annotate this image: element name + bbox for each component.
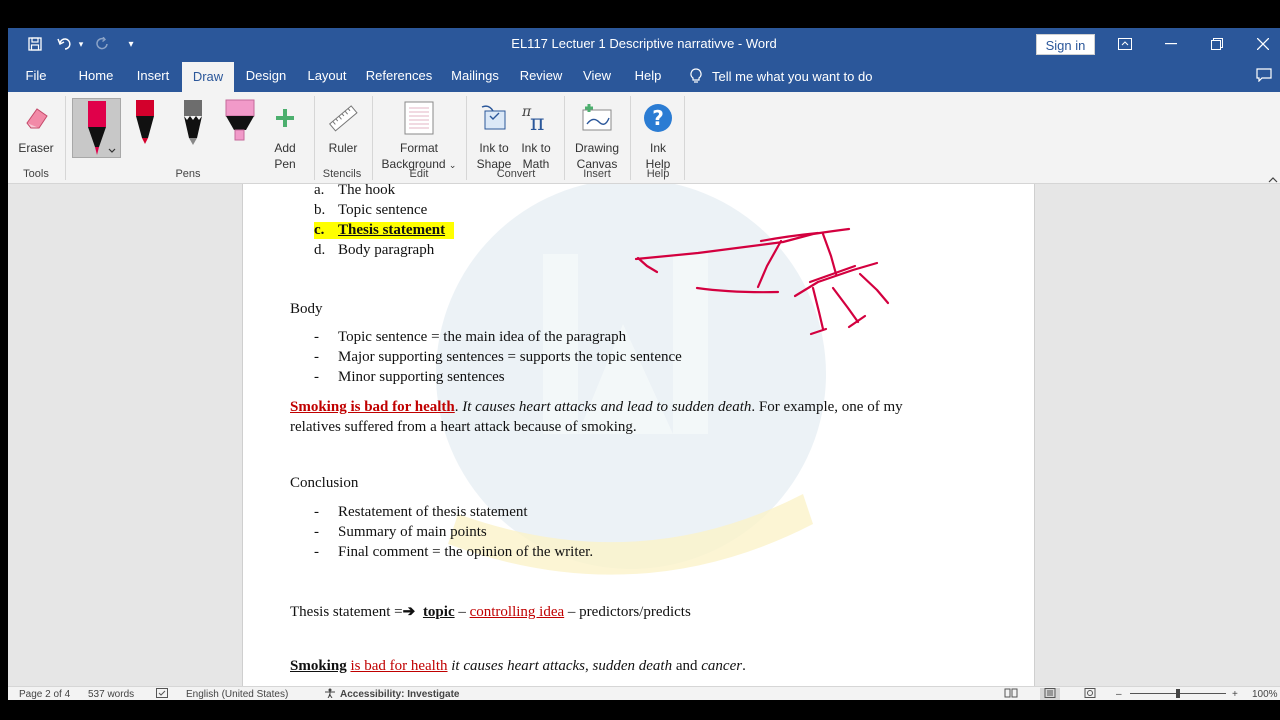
title-bar: ▾ ▾ EL117 Lectuer 1 Descriptive narrativ… (8, 28, 1280, 60)
drawing-canvas-icon (570, 96, 624, 140)
help-icon: ? (638, 96, 678, 140)
ruler-icon (322, 96, 364, 140)
accessibility-status[interactable]: Accessibility: Investigate (340, 688, 460, 700)
pi-icon: ππ (516, 96, 556, 140)
tab-layout[interactable]: Layout (304, 60, 350, 92)
save-icon[interactable] (24, 28, 46, 60)
tab-draw[interactable]: Draw (182, 62, 234, 92)
ink-to-shape-label-1: Ink to (479, 141, 509, 155)
ruler-label: Ruler (328, 141, 358, 155)
group-separator (65, 96, 66, 180)
svg-text:π: π (530, 111, 544, 134)
highlighter-pen[interactable] (222, 98, 258, 158)
pen-2[interactable] (130, 98, 160, 158)
group-separator (684, 96, 685, 180)
group-insert-label: Insert (583, 168, 611, 180)
tab-references[interactable]: References (364, 60, 434, 92)
redo-icon[interactable] (92, 28, 114, 60)
plus-icon (264, 96, 306, 140)
sign-in-button[interactable]: Sign in (1036, 34, 1095, 55)
group-help-label: Help (646, 168, 670, 180)
format-background-label-1: Format (399, 141, 438, 155)
zoom-out-icon[interactable]: – (1116, 688, 1122, 700)
lightbulb-icon (690, 68, 702, 83)
restore-icon[interactable] (1194, 28, 1240, 60)
tab-help[interactable]: Help (630, 60, 666, 92)
web-layout-icon[interactable] (1084, 688, 1096, 700)
zoom-level[interactable]: 100% (1252, 688, 1278, 700)
customize-quick-access-icon[interactable]: ▾ (124, 28, 138, 60)
tell-me-search[interactable]: Tell me what you want to do (690, 60, 872, 92)
comments-icon[interactable] (1256, 68, 1272, 85)
tab-view[interactable]: View (578, 60, 616, 92)
tab-home[interactable]: Home (74, 60, 118, 92)
format-background-icon (378, 96, 460, 140)
document-page[interactable]: a. The hook b. Topic sentence c. Thesis … (242, 184, 1035, 686)
read-mode-icon[interactable] (1004, 688, 1018, 700)
ink-help-label-1: Ink (649, 141, 666, 155)
tab-design[interactable]: Design (242, 60, 290, 92)
group-separator (372, 96, 373, 180)
group-separator (314, 96, 315, 180)
ink-help-button[interactable]: ? Ink Help (638, 96, 678, 172)
tab-insert[interactable]: Insert (132, 60, 174, 92)
ink-to-shape-icon (474, 96, 514, 140)
group-pens-label: Pens (175, 168, 201, 180)
group-convert-label: Convert (496, 168, 536, 180)
group-separator (564, 96, 565, 180)
eraser-button[interactable]: Eraser (14, 96, 58, 156)
minimize-icon[interactable] (1148, 28, 1194, 60)
status-bar: Page 2 of 4 537 words English (United St… (8, 686, 1280, 700)
ribbon-tabs: File Home Insert Draw Design Layout Refe… (8, 60, 1280, 92)
language[interactable]: English (United States) (186, 688, 288, 700)
eraser-label: Eraser (18, 141, 54, 155)
pen-1-selected[interactable] (72, 98, 121, 158)
zoom-in-icon[interactable]: + (1232, 688, 1238, 700)
eraser-icon (14, 96, 58, 140)
zoom-slider-thumb[interactable] (1176, 689, 1180, 698)
print-layout-icon[interactable] (1040, 688, 1060, 700)
accessibility-icon[interactable] (324, 688, 336, 700)
chevron-down-icon: ⌄ (448, 160, 457, 170)
ink-drawing[interactable] (243, 184, 1035, 686)
undo-icon[interactable] (54, 28, 76, 60)
ribbon-display-options-icon[interactable] (1102, 28, 1148, 60)
group-separator (630, 96, 631, 180)
word-window: ▾ ▾ EL117 Lectuer 1 Descriptive narrativ… (8, 28, 1280, 700)
close-icon[interactable] (1240, 28, 1280, 60)
group-separator (466, 96, 467, 180)
undo-dropdown-icon[interactable]: ▾ (76, 28, 86, 60)
tab-file[interactable]: File (20, 60, 52, 92)
tab-mailings[interactable]: Mailings (448, 60, 502, 92)
group-edit-label: Edit (409, 168, 429, 180)
ink-to-shape-button[interactable]: Ink to Shape (474, 96, 514, 172)
draw-ribbon: Eraser Tools Add Pen Pens Ruler Stencils… (8, 92, 1280, 184)
group-stencils-label: Stencils (322, 168, 362, 180)
svg-text:?: ? (652, 106, 664, 130)
document-area[interactable]: a. The hook b. Topic sentence c. Thesis … (8, 184, 1280, 686)
format-background-button[interactable]: Format Background ⌄ (378, 96, 460, 173)
proofing-icon[interactable] (156, 688, 168, 700)
ink-to-math-label-1: Ink to (521, 141, 551, 155)
drawing-canvas-label-1: Drawing (574, 141, 619, 155)
word-count[interactable]: 537 words (88, 688, 134, 700)
add-pen-label-1: Add (274, 141, 296, 155)
tell-me-text: Tell me what you want to do (712, 68, 873, 84)
drawing-canvas-button[interactable]: Drawing Canvas (570, 96, 624, 172)
page-count[interactable]: Page 2 of 4 (19, 688, 70, 700)
add-pen-button[interactable]: Add Pen (264, 96, 306, 172)
pencil-pen[interactable] (176, 98, 210, 158)
tab-review[interactable]: Review (516, 60, 566, 92)
group-tools-label: Tools (23, 168, 49, 180)
ruler-button[interactable]: Ruler (322, 96, 364, 156)
ink-to-math-button[interactable]: ππ Ink to Math (516, 96, 556, 172)
add-pen-label-2: Pen (274, 157, 296, 171)
